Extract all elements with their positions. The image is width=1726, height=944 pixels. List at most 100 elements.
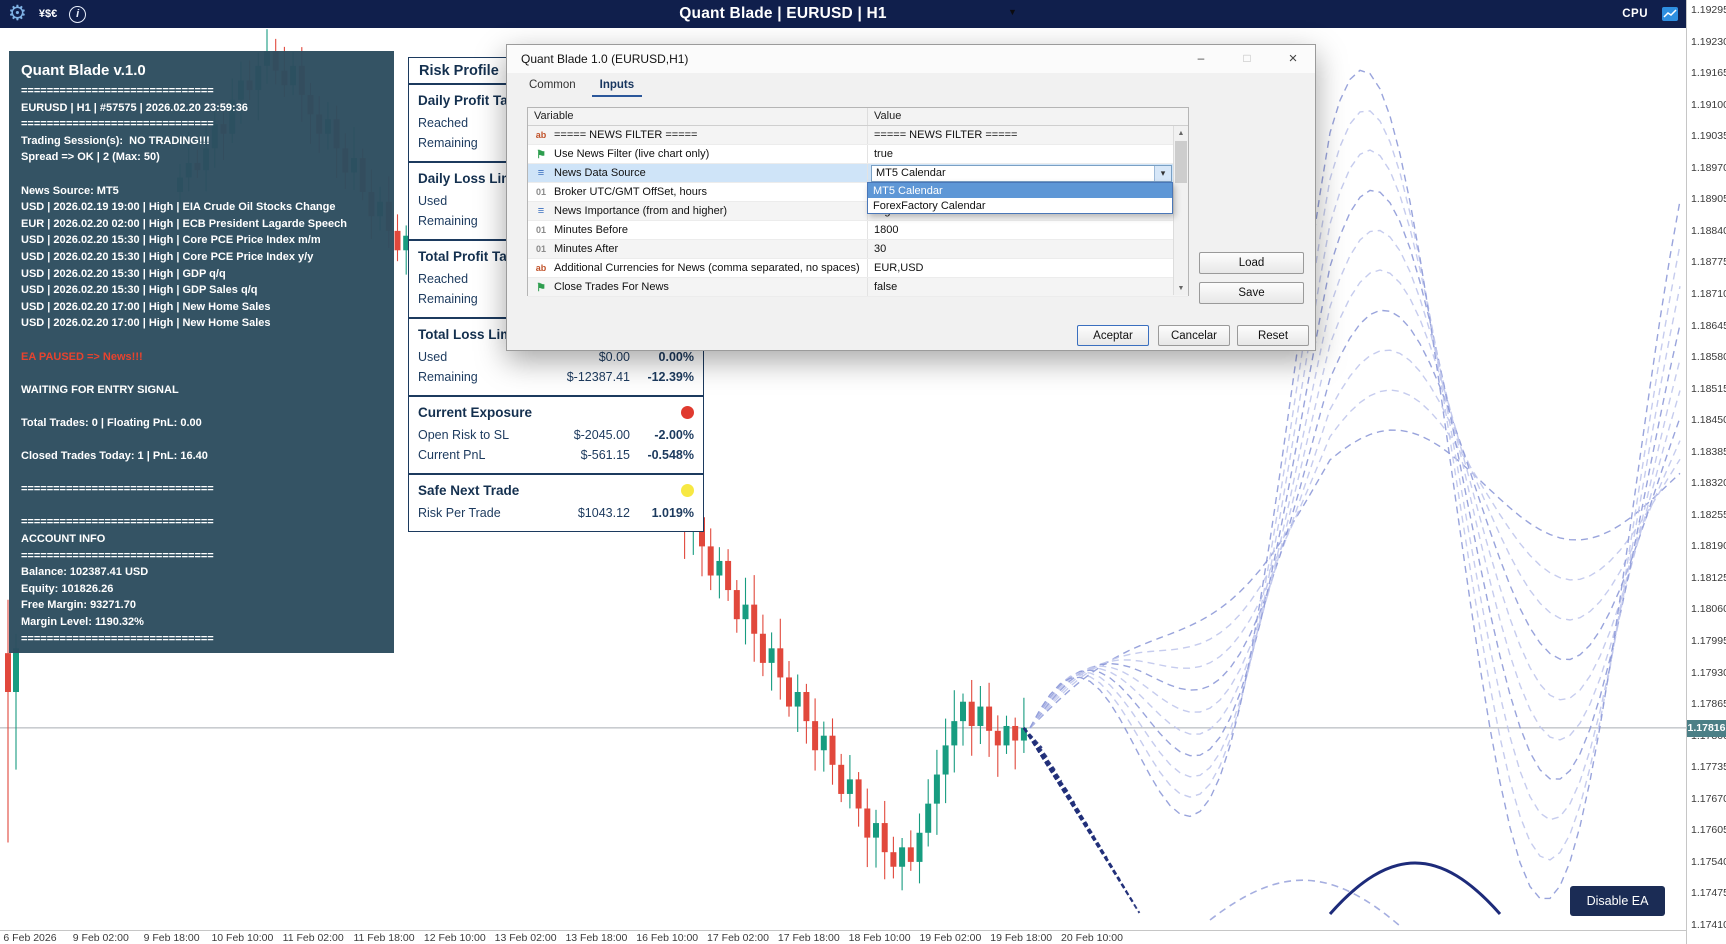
bool-type-icon: ⚑ [536,281,546,294]
reset-button[interactable]: Reset [1237,325,1309,346]
input-variable-label: Close Trades For News [554,281,669,293]
ea-panel-line: USD | 2026.02.20 15:30 | High | GDP Sale… [21,284,258,297]
currency-symbols-icon[interactable]: ¥$€ [39,8,57,20]
ea-panel-line: ============================== [21,632,214,645]
ea-panel-line: ============================== [21,118,214,131]
price-axis-label: 1.17540 [1691,855,1726,868]
ea-panel-line: ============================== [21,85,214,97]
price-axis-label: 1.18320 [1691,477,1726,490]
risk-row-label: Open Risk to SL [418,428,510,442]
bool-type-icon: ⚑ [536,148,546,161]
disable-ea-button[interactable]: Disable EA [1570,886,1665,916]
title-dropdown-caret-icon[interactable]: ▼ [1008,7,1017,17]
accept-button[interactable]: Aceptar [1077,325,1149,346]
price-axis-label: 1.19165 [1691,67,1726,80]
ea-panel-line: EA PAUSED => News!!! [21,350,143,363]
scroll-down-icon[interactable]: ▼ [1174,281,1188,295]
ea-panel-line: Free Margin: 93271.70 [21,599,136,612]
input-value-cell[interactable]: true [868,145,1175,163]
price-axis-label: 1.17735 [1691,761,1726,774]
dropdown-option[interactable]: ForexFactory Calendar [868,198,1172,213]
input-value-cell[interactable]: 30 [868,240,1175,258]
input-variable-label: Use News Filter (live chart only) [554,148,710,160]
time-axis[interactable]: 6 Feb 2026 9 Feb 02:00 9 Feb 18:00 10 Feb 1… [0,930,1686,944]
input-row[interactable]: 01 Minutes After 30 [528,240,1188,259]
ea-panel-line: Margin Level: 1190.32% [21,616,144,628]
input-row[interactable]: ab ===== NEWS FILTER ===== ===== NEWS FILT… [528,126,1188,145]
input-row[interactable]: 01 Minutes Before 1800 [528,221,1188,240]
risk-row: Remaining $-12387.41 -12.39% [418,367,694,387]
input-row[interactable]: ⚑ Use News Filter (live chart only) true [528,145,1188,164]
save-button[interactable]: Save [1199,282,1304,304]
time-axis-label: 11 Feb 02:00 [282,932,344,944]
input-row[interactable]: ≡ News Data Source MT5 Calendar ▾ [528,164,1188,183]
risk-row-amount: $-561.15 [580,448,630,462]
time-axis-label: 19 Feb 18:00 [990,932,1053,944]
input-variable-cell: 01 Broker UTC/GMT OffSet, hours [528,183,868,201]
ea-panel-line: ============================== [21,516,214,529]
input-value-cell[interactable]: EUR,USD [868,259,1175,277]
risk-row-label: Remaining [418,370,478,384]
time-axis-label: 9 Feb 18:00 [143,932,200,944]
risk-row-percent: -12.39% [647,370,694,384]
input-row[interactable]: ⚑ Close Trades For News false [528,278,1188,297]
risk-section: Current Exposure Open Risk to SL $-2045.00… [409,397,703,475]
scroll-up-icon[interactable]: ▲ [1174,126,1188,140]
tab-common[interactable]: Common [521,77,584,97]
ea-panel-line: News Source: MT5 [21,184,119,197]
scrollbar-thumb[interactable] [1175,141,1187,183]
risk-row-amount: $1043.12 [577,506,630,520]
status-indicator-dot [681,406,694,419]
dialog-title-bar[interactable]: Quant Blade 1.0 (EURUSD,H1) – □ × [507,45,1315,73]
input-variable-cell: ≡ News Importance (from and higher) [528,202,868,220]
price-axis-label: 1.18970 [1691,161,1726,174]
risk-row-amount: $-2045.00 [573,428,630,442]
ea-panel-line [21,398,382,415]
combo-dropdown-arrow-icon[interactable]: ▾ [1154,165,1171,181]
input-variable-cell: ab Additional Currencies for News (comma … [528,259,868,277]
cancel-button[interactable]: Cancelar [1158,325,1230,346]
input-variable-label: Minutes After [554,243,619,255]
ea-panel-line [21,498,382,515]
input-variable-label: ===== NEWS FILTER ===== [554,129,698,141]
price-axis-label: 1.18775 [1691,256,1726,269]
minimize-icon[interactable]: – [1185,48,1217,68]
ea-panel-line: Closed Trades Today: 1 | PnL: 16.40 [21,450,208,463]
price-axis-label: 1.18645 [1691,319,1726,332]
close-icon[interactable]: × [1277,48,1309,68]
time-axis-label: 19 Feb 02:00 [919,932,982,944]
input-value-cell[interactable]: ===== NEWS FILTER ===== [868,126,1175,144]
tab-inputs[interactable]: Inputs [591,77,643,97]
load-button[interactable]: Load [1199,252,1304,274]
time-axis-label: 13 Feb 02:00 [494,932,557,944]
price-axis-label: 1.18125 [1691,571,1726,584]
price-axis[interactable]: 1.19295 1.19230 1.19165 1.19100 1.19035 1.189… [1686,0,1726,944]
dropdown-option[interactable]: MT5 Calendar [868,183,1172,198]
input-row[interactable]: ab Additional Currencies for News (comma … [528,259,1188,278]
ea-panel-line: EURUSD | H1 | #57575 | 2026.02.20 23:59:… [21,101,248,114]
mini-chart-icon[interactable] [1662,7,1678,21]
ea-panel-line: Balance: 102387.41 USD [21,566,149,579]
input-value-cell[interactable]: MT5 Calendar ▾ [868,164,1175,182]
ea-panel-line [21,431,382,448]
ea-panel-line: ============================== [21,483,214,496]
price-axis-label: 1.18060 [1691,603,1726,616]
ea-panel-line: USD | 2026.02.20 17:00 | High | New Home… [21,317,271,330]
price-axis-label: 1.18580 [1691,351,1726,364]
ea-panel-line: USD | 2026.02.19 19:00 | High | EIA Crud… [21,201,336,214]
ea-panel-line: Equity: 101826.26 [21,582,114,595]
settings-gear-icon[interactable]: ⚙ [8,3,27,24]
maximize-icon[interactable]: □ [1231,48,1263,68]
price-axis-label: 1.18840 [1691,224,1726,237]
input-value-cell[interactable]: false [868,278,1175,296]
ea-panel-line: Total Trades: 0 | Floating PnL: 0.00 [21,416,202,429]
int-type-icon: 01 [535,187,546,197]
ea-panel-line: Trading Session(s): NO TRADING!!! [21,134,210,147]
dialog-tab-strip: Common Inputs [521,77,643,97]
table-scrollbar[interactable]: ▲ ▼ [1173,126,1188,295]
dialog-title: Quant Blade 1.0 (EURUSD,H1) [521,52,689,66]
input-value-cell[interactable]: 1800 [868,221,1175,239]
info-icon[interactable]: i [69,5,87,23]
combo-selected-value: MT5 Calendar [876,167,946,179]
news-data-source-combo[interactable]: MT5 Calendar ▾ [871,164,1172,182]
